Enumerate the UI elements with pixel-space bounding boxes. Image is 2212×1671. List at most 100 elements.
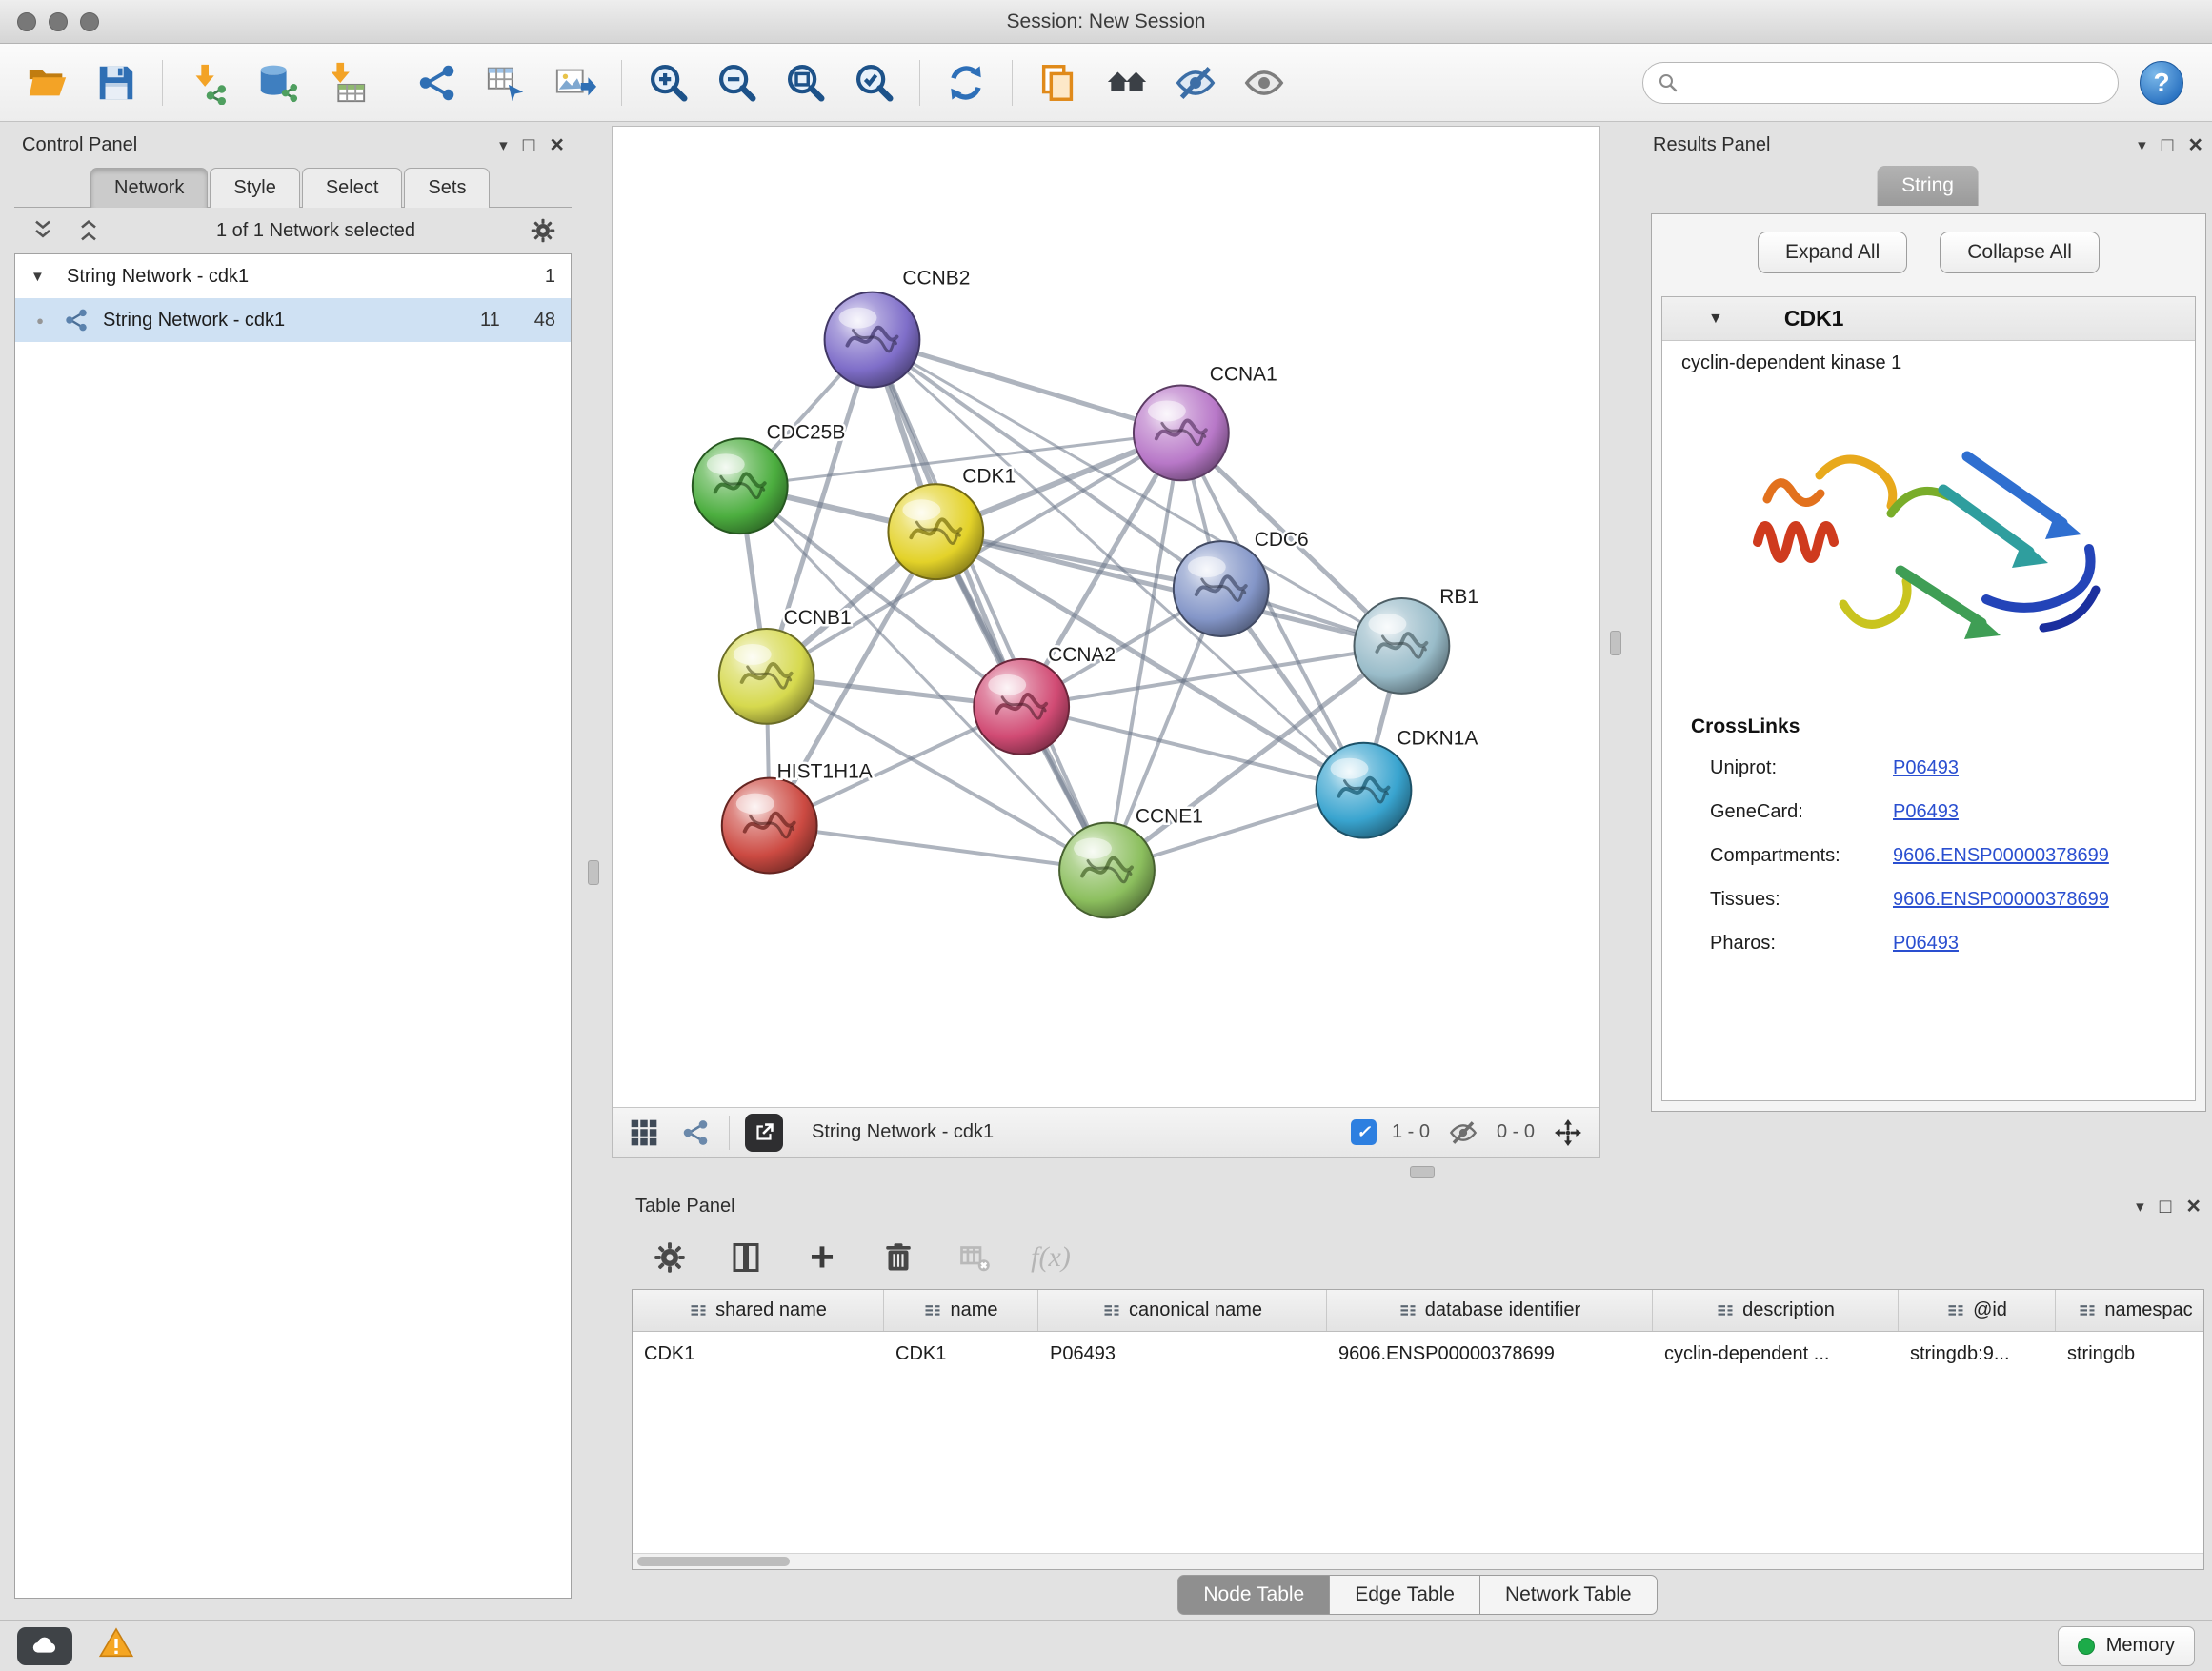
warning-button[interactable] — [97, 1624, 135, 1668]
delete-table-icon[interactable] — [954, 1237, 995, 1278]
tree-expand-icon[interactable]: ▼ — [30, 269, 53, 285]
collapse-all-icon[interactable] — [26, 213, 60, 248]
collapse-all-button[interactable]: Collapse All — [1940, 232, 2100, 273]
column-header-database-identifier[interactable]: database identifier — [1327, 1290, 1653, 1331]
new-network-button[interactable] — [412, 56, 465, 110]
tab-sets[interactable]: Sets — [404, 168, 490, 208]
panel-float-icon[interactable]: □ — [2162, 135, 2174, 155]
splitter-handle[interactable] — [1410, 1166, 1435, 1178]
cloud-button[interactable] — [17, 1627, 72, 1665]
network-node-CDC25B[interactable] — [693, 438, 788, 534]
horizontal-scrollbar[interactable] — [633, 1553, 2203, 1569]
delete-column-button[interactable] — [877, 1237, 919, 1278]
crosslink-row: Compartments:9606.ENSP00000378699 — [1662, 834, 2195, 877]
search-input[interactable] — [1689, 71, 2104, 93]
splitter-handle[interactable] — [588, 860, 599, 885]
panel-menu-icon[interactable]: ▾ — [499, 137, 508, 153]
window-close-button[interactable] — [17, 12, 36, 31]
network-options-gear-icon[interactable] — [526, 213, 560, 248]
collapse-gene-icon[interactable]: ▼ — [1708, 311, 1723, 328]
crosslink-link[interactable]: P06493 — [1893, 801, 1959, 823]
network-from-table-button[interactable] — [480, 56, 533, 110]
tab-select[interactable]: Select — [302, 168, 403, 208]
zoom-in-button[interactable] — [641, 56, 694, 110]
column-header-name[interactable]: name — [884, 1290, 1038, 1331]
network-canvas[interactable]: CCNB2CCNA1CDC25BCDK1CDC6RB1CCNB1CCNA2CDK… — [613, 127, 1599, 1107]
table-row[interactable]: CDK1CDK1P064939606.ENSP00000378699cyclin… — [633, 1332, 2203, 1376]
search-box[interactable] — [1642, 62, 2119, 104]
save-session-button[interactable] — [90, 56, 143, 110]
import-network-database-button[interactable] — [251, 56, 304, 110]
tab-network-table[interactable]: Network Table — [1479, 1575, 1658, 1615]
panel-menu-icon[interactable]: ▾ — [2136, 1198, 2144, 1215]
import-table-file-button[interactable] — [319, 56, 372, 110]
network-collection-row[interactable]: ▼ String Network - cdk1 1 — [15, 254, 571, 298]
expand-all-icon[interactable] — [71, 213, 106, 248]
table-options-gear-icon[interactable] — [649, 1237, 691, 1278]
network-edge-CCNB2-CCNE1[interactable] — [872, 340, 1107, 871]
tab-string[interactable]: String — [1877, 166, 1979, 206]
help-button[interactable]: ? — [2140, 61, 2183, 105]
selected-checkbox[interactable]: ✓ — [1351, 1119, 1377, 1145]
crosslink-link[interactable]: 9606.ENSP00000378699 — [1893, 845, 2109, 867]
zoom-selected-button[interactable] — [847, 56, 900, 110]
panel-menu-icon[interactable]: ▾ — [2138, 137, 2146, 153]
window-zoom-button[interactable] — [80, 12, 99, 31]
network-node-CCNB1[interactable] — [719, 629, 814, 724]
function-builder-button[interactable]: f(x) — [1030, 1237, 1072, 1278]
tab-edge-table[interactable]: Edge Table — [1329, 1575, 1480, 1615]
export-view-button[interactable] — [745, 1114, 783, 1152]
crosslink-link[interactable]: P06493 — [1893, 933, 1959, 955]
column-header-description[interactable]: description — [1653, 1290, 1899, 1331]
splitter-handle[interactable] — [1610, 631, 1621, 655]
crosslink-link[interactable]: P06493 — [1893, 757, 1959, 779]
network-node-CCNA1[interactable] — [1134, 385, 1229, 480]
column-header-shared-name[interactable]: shared name — [633, 1290, 884, 1331]
column-header--id[interactable]: @id — [1899, 1290, 2056, 1331]
crosslink-link[interactable]: 9606.ENSP00000378699 — [1893, 889, 2109, 911]
network-node-CCNA2[interactable] — [974, 659, 1069, 755]
network-node-HIST1H1A[interactable] — [722, 778, 817, 874]
birdseye-grid-icon[interactable] — [626, 1115, 662, 1151]
import-network-file-button[interactable] — [182, 56, 235, 110]
scrollbar-thumb[interactable] — [637, 1557, 790, 1566]
pan-crosshair-icon[interactable] — [1550, 1115, 1586, 1151]
panel-close-icon[interactable]: × — [2186, 1195, 2201, 1218]
panel-close-icon[interactable]: × — [2188, 133, 2202, 157]
copy-button[interactable] — [1032, 56, 1085, 110]
network-node-CDKN1A[interactable] — [1317, 743, 1412, 838]
column-header-namespac[interactable]: namespac — [2056, 1290, 2204, 1331]
network-node-RB1[interactable] — [1354, 598, 1449, 694]
hide-panels-button[interactable] — [1169, 56, 1222, 110]
network-row[interactable]: ● String Network - cdk1 11 48 — [15, 298, 571, 342]
column-header-canonical-name[interactable]: canonical name — [1038, 1290, 1327, 1331]
network-node-CDC6[interactable] — [1174, 541, 1269, 636]
show-columns-icon[interactable] — [725, 1237, 767, 1278]
panel-float-icon[interactable]: □ — [523, 135, 535, 155]
expand-all-button[interactable]: Expand All — [1758, 232, 1907, 273]
add-column-button[interactable]: + — [801, 1237, 843, 1278]
zoom-out-button[interactable] — [710, 56, 763, 110]
network-node-CCNB2[interactable] — [825, 292, 920, 388]
memory-button[interactable]: Memory — [2058, 1626, 2195, 1666]
hidden-eye-slash-icon[interactable] — [1445, 1115, 1481, 1151]
panel-close-icon[interactable]: × — [550, 133, 564, 157]
gene-header[interactable]: ▼ CDK1 — [1662, 297, 2195, 341]
tab-node-table[interactable]: Node Table — [1177, 1575, 1330, 1615]
show-panels-button[interactable] — [1237, 56, 1291, 110]
refresh-layout-button[interactable] — [939, 56, 993, 110]
column-sort-icon — [1946, 1301, 1965, 1320]
network-node-CCNE1[interactable] — [1059, 823, 1155, 918]
tab-network[interactable]: Network — [90, 168, 208, 208]
export-image-button[interactable] — [549, 56, 602, 110]
home-button[interactable] — [1100, 56, 1154, 110]
zoom-fit-button[interactable] — [778, 56, 832, 110]
panel-float-icon[interactable]: □ — [2160, 1197, 2172, 1217]
annotation-share-icon[interactable] — [677, 1115, 714, 1151]
tab-style[interactable]: Style — [210, 168, 299, 208]
window-minimize-button[interactable] — [49, 12, 68, 31]
network-node-CDK1[interactable] — [888, 484, 983, 579]
network-edge-HIST1H1A-CCNE1[interactable] — [770, 826, 1107, 871]
open-session-button[interactable] — [21, 56, 74, 110]
network-edge-CDK1-RB1[interactable] — [935, 532, 1401, 646]
